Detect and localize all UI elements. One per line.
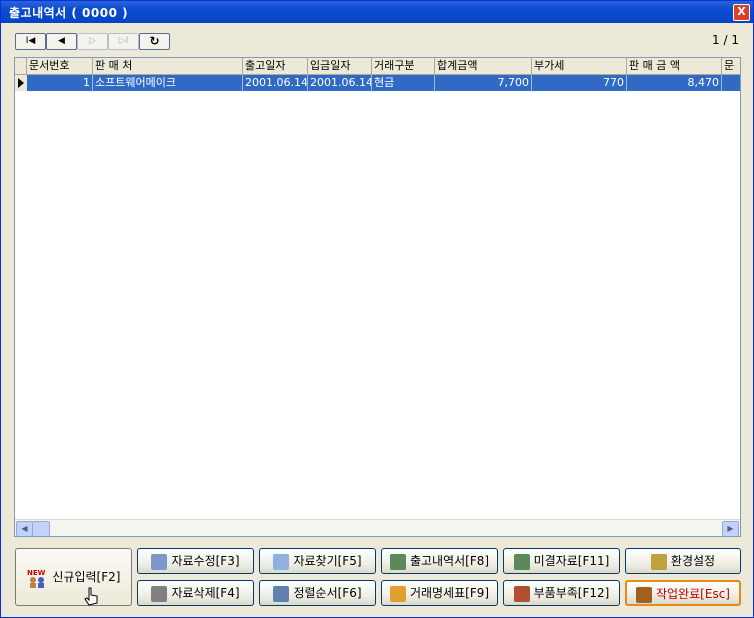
page-indicator: 1 / 1 xyxy=(712,33,739,47)
settings-button[interactable]: 환경설정 xyxy=(625,548,741,574)
header-ship-date[interactable]: 출고일자 xyxy=(243,58,308,74)
row-pointer-icon xyxy=(18,78,24,88)
scroll-thumb[interactable] xyxy=(32,521,50,536)
sort-icon xyxy=(273,585,290,602)
delete-data-button[interactable]: 자료삭제[F4] xyxy=(137,580,254,606)
parts-shortage-button[interactable]: 부품부족[F12] xyxy=(503,580,620,606)
title-bar[interactable]: 출고내역서 ( 0000 ) X xyxy=(1,1,753,23)
cell-total: 7,700 xyxy=(435,75,532,91)
cell-trade-type: 현금 xyxy=(372,75,435,91)
header-corner xyxy=(15,58,27,74)
new-badge: NEW xyxy=(27,569,46,577)
parts-icon xyxy=(513,585,530,602)
new-entry-label: 신규입력[F2] xyxy=(52,570,121,584)
ship-list-icon xyxy=(389,553,406,570)
new-users-icon: NEW xyxy=(27,569,46,588)
header-vat[interactable]: 부가세 xyxy=(532,58,627,74)
ship-list-button[interactable]: 출고내역서[F8] xyxy=(381,548,498,574)
edit-data-label: 자료수정[F3] xyxy=(171,554,240,568)
header-total[interactable]: 합계금액 xyxy=(435,58,532,74)
first-record-button[interactable]: I◀ xyxy=(15,33,46,50)
statement-button[interactable]: 거래명세표[F9] xyxy=(381,580,498,606)
sort-order-button[interactable]: 정렬순서[F6] xyxy=(259,580,376,606)
last-record-button[interactable]: ▷I xyxy=(108,33,139,50)
cell-vat: 770 xyxy=(532,75,627,91)
table-row[interactable]: 1 소프트웨어메이크 2001.06.14 2001.06.14 현금 7,70… xyxy=(27,75,740,91)
hand-cursor-icon xyxy=(84,587,98,606)
search-data-label: 자료찾기[F5] xyxy=(293,554,362,568)
ship-list-label: 출고내역서[F8] xyxy=(409,554,490,568)
header-pay-date[interactable]: 입금일자 xyxy=(308,58,372,74)
header-extra[interactable]: 문 xyxy=(722,58,740,74)
grid-header: 문서번호 판 매 처 출고일자 입금일자 거래구분 합계금액 부가세 판 매 금… xyxy=(15,58,740,75)
window-title: 출고내역서 ( 0000 ) xyxy=(9,6,129,20)
door-icon xyxy=(636,586,653,603)
close-button[interactable]: X xyxy=(733,4,750,21)
tools-icon xyxy=(650,553,667,570)
header-buyer[interactable]: 판 매 처 xyxy=(93,58,243,74)
edit-doc-icon xyxy=(151,553,168,570)
cell-ship-date: 2001.06.14 xyxy=(245,75,308,91)
delete-data-label: 자료삭제[F4] xyxy=(171,586,240,600)
prev-record-button[interactable]: ◀ xyxy=(46,33,77,50)
unsettled-button[interactable]: 미결자료[F11] xyxy=(503,548,620,574)
sort-order-label: 정렬순서[F6] xyxy=(293,586,362,600)
search-data-button[interactable]: 자료찾기[F5] xyxy=(259,548,376,574)
cell-doc-no: 1 xyxy=(27,75,93,91)
parts-shortage-label: 부품부족[F12] xyxy=(533,586,610,600)
header-sale-amount[interactable]: 판 매 금 액 xyxy=(627,58,722,74)
refresh-button[interactable]: ↻ xyxy=(139,33,170,50)
scroll-right-icon[interactable]: ▶ xyxy=(722,521,739,536)
next-record-button[interactable]: ▷ xyxy=(77,33,108,50)
edit-data-button[interactable]: 자료수정[F3] xyxy=(137,548,254,574)
finish-work-button[interactable]: 작업완료[Esc] xyxy=(625,580,741,606)
main-window: 출고내역서 ( 0000 ) X I◀ ◀ ▷ ▷I ↻ 1 / 1 문서번호 … xyxy=(0,0,754,618)
settings-label: 환경설정 xyxy=(670,554,716,568)
unsettled-label: 미결자료[F11] xyxy=(533,554,610,568)
new-entry-button[interactable]: NEW 신규입력[F2] xyxy=(15,548,132,606)
header-trade-type[interactable]: 거래구분 xyxy=(372,58,435,74)
cell-pay-date: 2001.06.14 xyxy=(310,75,372,91)
cell-buyer: 소프트웨어메이크 xyxy=(93,75,243,91)
horizontal-scrollbar[interactable]: ◀ ▶ xyxy=(15,519,740,536)
statement-icon xyxy=(389,585,406,602)
finish-work-label: 작업완료[Esc] xyxy=(656,587,730,601)
search-user-icon xyxy=(273,553,290,570)
data-grid[interactable]: 문서번호 판 매 처 출고일자 입금일자 거래구분 합계금액 부가세 판 매 금… xyxy=(14,57,741,537)
scroll-left-icon[interactable]: ◀ xyxy=(16,521,33,536)
statement-label: 거래명세표[F9] xyxy=(409,586,490,600)
header-doc-no[interactable]: 문서번호 xyxy=(27,58,93,74)
trash-icon xyxy=(151,585,168,602)
unsettled-icon xyxy=(513,553,530,570)
cell-sale-amount: 8,470 xyxy=(627,75,722,91)
